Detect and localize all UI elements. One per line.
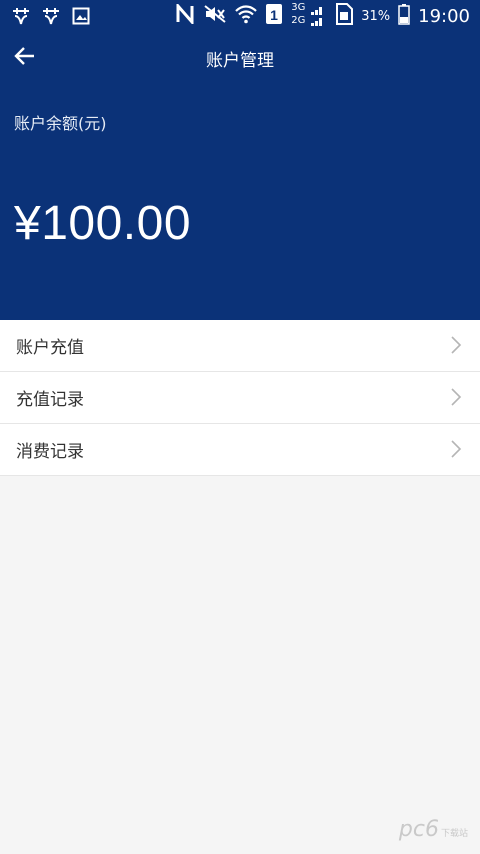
mute-icon — [203, 4, 227, 28]
image-icon — [70, 6, 92, 26]
menu-item-label: 消费记录 — [16, 442, 84, 462]
chat-icon — [10, 6, 32, 26]
sim-card-icon — [335, 3, 354, 29]
battery-percent: 31% — [361, 8, 391, 24]
menu-item-recharge-history[interactable]: 充值记录 — [0, 372, 480, 424]
battery-icon — [398, 3, 410, 29]
account-menu: 账户充值 充值记录 消费记录 — [0, 320, 480, 476]
sim-1-icon: 1 — [265, 3, 283, 29]
menu-item-recharge[interactable]: 账户充值 — [0, 320, 480, 372]
chevron-right-icon — [450, 440, 462, 458]
menu-item-label: 账户充值 — [16, 338, 84, 358]
menu-item-label: 充值记录 — [16, 390, 84, 410]
status-bar-notifications — [10, 5, 92, 27]
svg-text:1: 1 — [270, 7, 278, 23]
status-time: 19:00 — [418, 5, 470, 27]
chat-icon — [40, 6, 62, 26]
chevron-right-icon — [450, 336, 462, 354]
watermark-text: pc6 — [398, 817, 439, 842]
network-type-top: 3G — [291, 2, 306, 13]
watermark-subtext: 下载站 — [440, 829, 468, 839]
page-title: 账户管理 — [206, 51, 274, 71]
balance-label: 账户余额(元) — [14, 114, 107, 133]
network-type-bottom: 2G — [291, 15, 306, 26]
balance-amount: ¥100.00 — [14, 197, 192, 250]
navigation-bar: 账户管理 — [0, 32, 480, 84]
watermark-logo: pc6 下载站 — [399, 817, 468, 842]
wifi-icon — [235, 4, 257, 28]
signal-icon: 3G 2G — [291, 2, 327, 28]
status-bar-system: 1 3G 2G 31% 19:00 — [175, 2, 470, 29]
status-bar: 1 3G 2G 31% 19:00 — [0, 0, 480, 32]
nfc-icon — [175, 2, 195, 28]
menu-item-spending-history[interactable]: 消费记录 — [0, 424, 480, 476]
chevron-right-icon — [450, 388, 462, 406]
account-header: 1 3G 2G 31% 19:00 账户管理 账户余额(元) ¥100.00 — [0, 0, 480, 320]
